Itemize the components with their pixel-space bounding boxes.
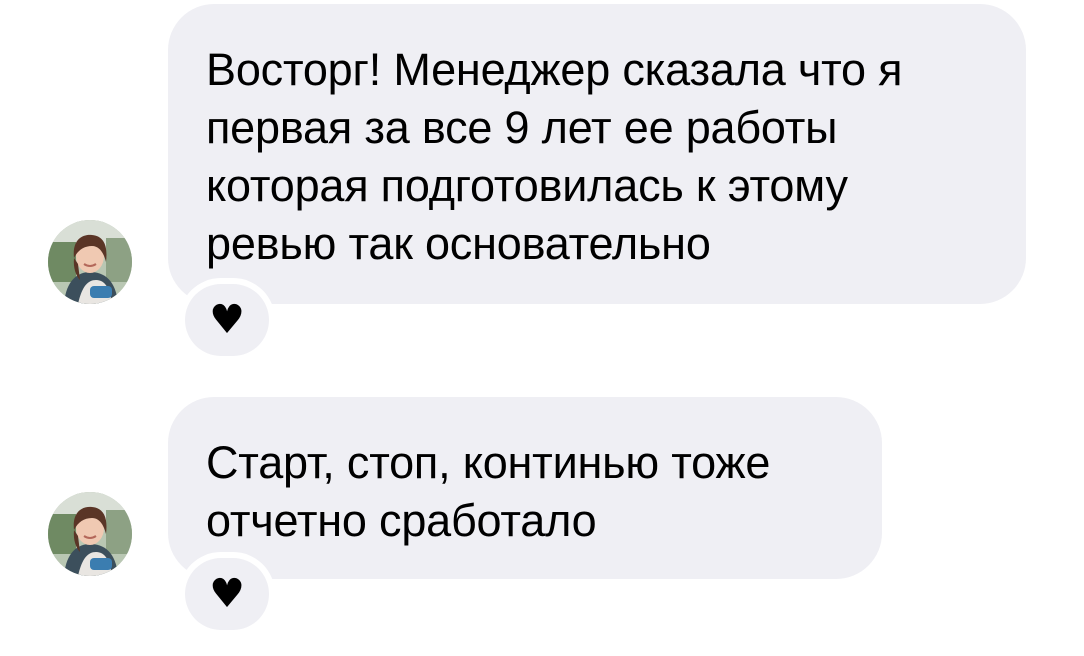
reaction-badge[interactable]: ♥ [185,558,269,630]
avatar-photo [48,492,132,576]
message-row-1: Восторг! Менеджер сказала что я первая з… [0,0,1084,360]
message-text-line: Старт, стоп, континью тоже [206,437,771,488]
avatar[interactable] [48,492,132,576]
avatar-photo [48,220,132,304]
message-bubble[interactable]: Старт, стоп, континью тоже отчетно срабо… [168,397,882,579]
message-text-line: отчетно сработало [206,495,597,546]
message-text-line: которая подготовилась к этому [206,160,848,211]
message-bubble[interactable]: Восторг! Менеджер сказала что я первая з… [168,4,1026,304]
reaction-badge[interactable]: ♥ [185,284,269,356]
black-heart-icon: ♥ [209,571,245,617]
message-text-line: ревью так основательно [206,218,711,269]
message-text-line: Восторг! Менеджер сказала что я [206,44,903,95]
message-row-2: Старт, стоп, континью тоже отчетно срабо… [0,395,1084,635]
avatar[interactable] [48,220,132,304]
black-heart-icon: ♥ [209,297,245,343]
message-text-line: первая за все 9 лет ее работы [206,102,838,153]
